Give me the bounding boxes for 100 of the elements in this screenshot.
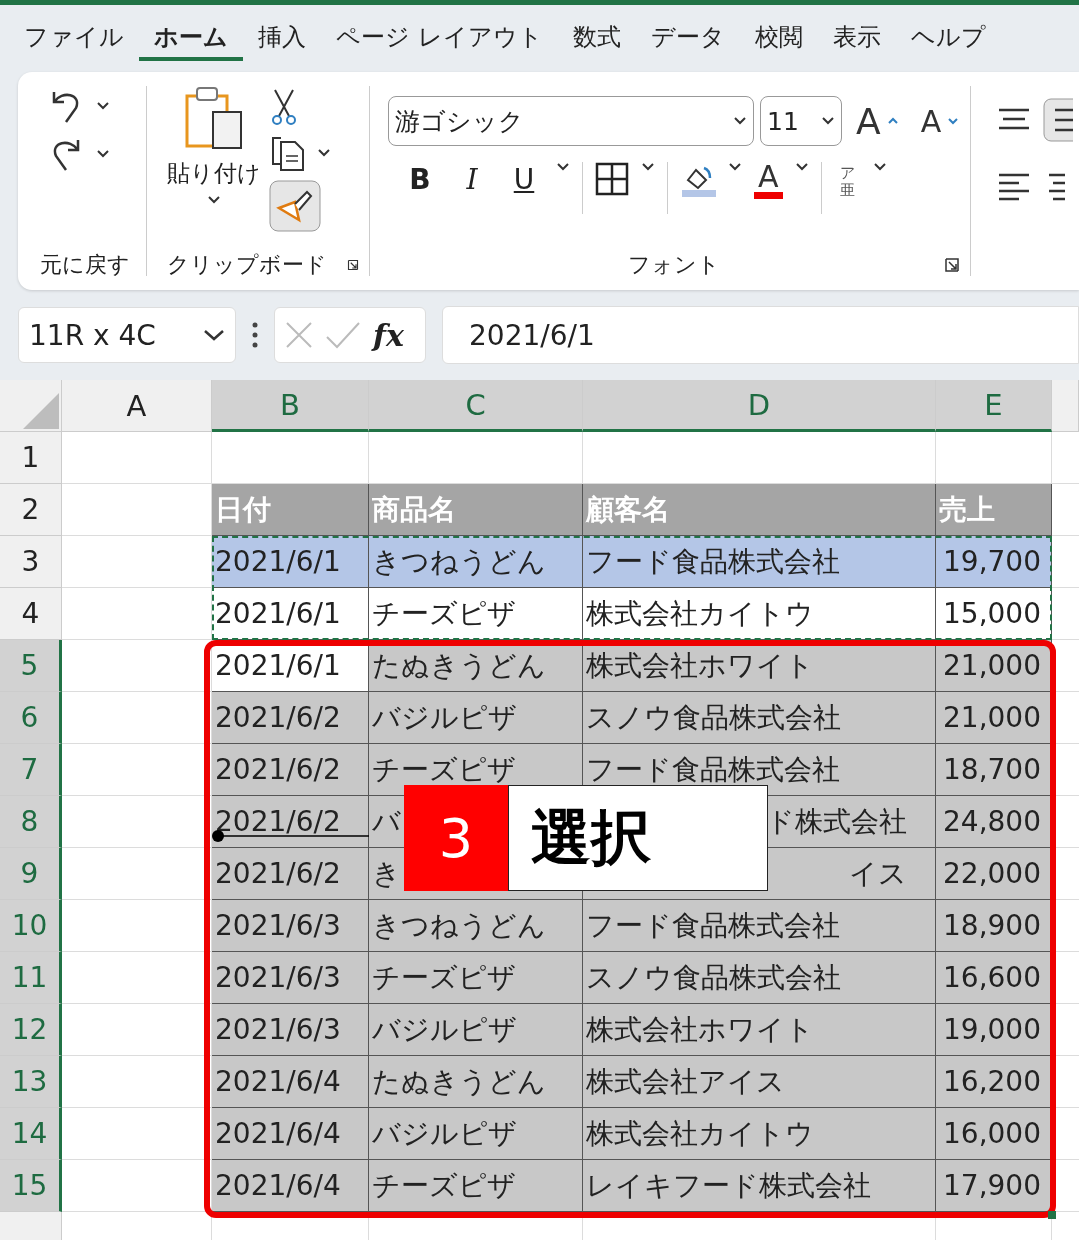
table-cell: 16,000 [936,1108,1052,1160]
ribbon-tab[interactable]: ページ レイアウト [321,16,558,61]
table-cell: バジルピザ [369,1004,583,1056]
table-cell: 2021/6/4 [212,1160,369,1212]
formula-field[interactable]: 2021/6/1 [442,306,1079,364]
table-cell: 株式会社カイトウ [583,1108,936,1160]
column-header[interactable]: B [212,380,369,432]
paste-icon[interactable] [183,86,245,152]
caret-icon[interactable] [728,162,742,172]
table-cell: 株式会社カイトウ [583,588,936,640]
caret-icon[interactable] [872,162,887,172]
table-cell: レイキフード株式会社 [583,1160,936,1212]
font-color-button[interactable]: A [754,162,783,199]
ribbon-tab[interactable]: ファイル [24,16,139,61]
column-header[interactable]: C [369,380,583,432]
caret-icon[interactable] [556,162,570,172]
scissors-icon[interactable] [269,88,299,126]
font-name-dropdown[interactable]: 游ゴシック [388,96,754,146]
table-cell: 2021/6/1 [212,536,369,588]
caret-icon[interactable] [821,116,835,126]
table-cell: 21,000 [936,692,1052,744]
table-cell: バジルピザ [369,692,583,744]
group-label: クリップボード [167,251,327,279]
ribbon-tab[interactable]: ホーム [139,16,243,61]
table-cell: 2021/6/3 [212,952,369,1004]
shrink-font-button[interactable]: A [904,103,942,139]
ribbon-tab[interactable]: 表示 [817,16,896,61]
row-header[interactable]: 8 [0,796,62,848]
column-header[interactable]: E [936,380,1052,432]
bold-button[interactable]: B [400,162,440,197]
table-cell: 2021/6/2 [212,796,369,848]
check-icon[interactable] [325,321,361,349]
caret-icon[interactable] [96,101,110,111]
header-cell: 売上 [936,484,1052,536]
align-left-icon[interactable] [997,172,1031,202]
caret-icon [947,117,960,125]
table-cell: 2021/6/3 [212,900,369,952]
column-header[interactable]: A [62,380,212,432]
more-icon[interactable] [252,322,258,348]
table-cell: チーズピザ [369,588,583,640]
fill-handle[interactable] [1048,1211,1056,1219]
header-cell: 商品名 [369,484,583,536]
borders-icon[interactable] [595,162,629,196]
row-header[interactable]: 5 [0,640,62,692]
column-header[interactable]: D [583,380,936,432]
row-header[interactable]: 1 [0,432,62,484]
table-cell: 22,000 [936,848,1052,900]
table-cell: 16,600 [936,952,1052,1004]
row-header[interactable]: 11 [0,952,62,1004]
row-header[interactable]: 10 [0,900,62,952]
ribbon-tab[interactable]: 数式 [557,16,636,61]
row-header[interactable]: 2 [0,484,62,536]
ribbon-tab[interactable]: 校閲 [739,16,818,61]
insert-function-button[interactable]: fx [373,317,404,353]
phonetic-button[interactable]: ア 亜 [833,162,861,200]
row-header[interactable]: 12 [0,1004,62,1056]
grow-font-button[interactable]: A [848,100,881,142]
format-painter-icon[interactable] [269,180,321,232]
table-cell: スノウ食品株式会社 [583,952,936,1004]
caret-icon[interactable] [207,195,221,205]
caret-up-icon [886,117,899,125]
table-cell: 19,700 [936,536,1052,588]
table-cell: 17,900 [936,1160,1052,1212]
launcher-icon[interactable] [944,257,960,273]
caret-icon[interactable] [733,116,747,126]
table-cell: 18,900 [936,900,1052,952]
caret-icon[interactable] [794,162,809,172]
caret-icon[interactable] [203,328,225,342]
row-header[interactable]: 14 [0,1108,62,1160]
caret-icon[interactable] [641,162,655,172]
font-size-dropdown[interactable]: 11 [760,96,842,146]
ribbon-tab[interactable]: 挿入 [243,16,321,61]
table-cell: きつねうどん [369,900,583,952]
name-box[interactable]: 11R x 4C [18,307,236,363]
row-header[interactable]: 7 [0,744,62,796]
row-header[interactable]: 15 [0,1160,62,1212]
row-header[interactable]: 3 [0,536,62,588]
table-cell: バジルピザ [369,1108,583,1160]
paste-button[interactable]: 貼り付け [167,158,261,189]
table-cell: 2021/6/2 [212,692,369,744]
align-middle-icon[interactable] [1043,98,1073,142]
row-header[interactable]: 9 [0,848,62,900]
underline-button[interactable]: U [504,162,544,197]
table-cell: フード食品株式会社 [583,536,936,588]
caret-icon[interactable] [96,149,110,159]
row-header[interactable]: 4 [0,588,62,640]
row-header[interactable]: 6 [0,692,62,744]
ribbon-tab[interactable]: データ [635,16,740,61]
table-cell: チーズピザ [369,952,583,1004]
launcher-icon[interactable] [347,257,359,273]
header-cell: 顧客名 [583,484,936,536]
row-header[interactable]: 13 [0,1056,62,1108]
table-cell: 18,700 [936,744,1052,796]
table-cell: 株式会社アイス [583,1056,936,1108]
caret-icon[interactable] [317,148,331,158]
italic-button[interactable]: I [452,162,492,197]
ribbon-tab[interactable]: ヘルプ [895,16,1001,61]
copy-icon[interactable] [269,134,305,172]
table-cell: きつねうどん [369,536,583,588]
table-cell: チーズピザ [369,1160,583,1212]
